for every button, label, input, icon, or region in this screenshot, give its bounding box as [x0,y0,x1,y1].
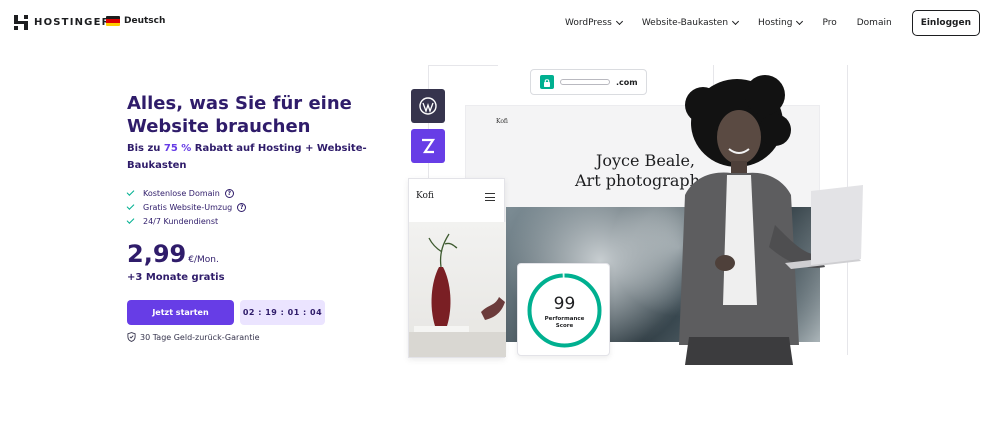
feature-label: Kostenlose Domain [143,188,220,198]
nav-item-label: Pro [822,18,837,28]
language-label: Deutsch [124,16,166,26]
performance-score: 99 [553,294,576,314]
german-flag-icon [106,16,120,26]
nav-item-label: Hosting [758,18,793,28]
mobile-brand: Kofi [416,191,434,201]
price: 2,99 €/Mon. [127,240,219,268]
hero-subline: Bis zu 75 % Rabatt auf Hosting + Website… [127,140,377,174]
top-navigation: HOSTINGER Deutsch WordPress Website-Bauk… [0,0,1000,46]
url-placeholder [560,79,610,85]
chevron-down-icon [732,17,740,26]
hero-headline: Alles, was Sie für eine Website brauchen [127,93,352,137]
nav-item-wordpress[interactable]: WordPress [564,17,623,28]
website-builder-icon [411,129,445,163]
feature-item: 24/7 Kundendienst [126,214,246,228]
help-icon[interactable]: ? [237,202,247,212]
money-back-guarantee: 30 Tage Geld-zurück-Garantie [127,332,260,342]
hostinger-logo-icon [14,15,28,30]
login-button[interactable]: Einloggen [911,10,980,36]
feature-item: Kostenlose Domain ? [126,186,246,200]
feature-label: 24/7 Kundendienst [143,216,219,226]
chevron-down-icon [615,17,623,26]
feature-label: Gratis Website-Umzug [143,202,233,212]
nav-item-pro[interactable]: Pro [822,18,836,28]
bonus-offer: +3 Monate gratis [127,272,225,283]
feature-item: Gratis Website-Umzug ? [126,200,247,214]
browser-url-bar: .com [530,69,647,95]
subline-prefix: Bis zu [127,143,164,154]
help-icon[interactable]: ? [224,188,234,198]
nav-item-label: Website-Baukasten [641,18,729,28]
nav-item-label: WordPress [564,18,612,28]
performance-score-card: 99 Performance Score [517,263,610,356]
grid-line [428,65,498,66]
guarantee-label: 30 Tage Geld-zurück-Garantie [140,332,260,342]
discount-highlight: 75 % [163,143,192,154]
hamburger-menu-icon [485,193,495,204]
performance-label: Performance Score [518,316,611,330]
lock-icon [540,75,554,89]
performance-label-line: Score [555,323,574,329]
nav-item-hosting[interactable]: Hosting [758,17,804,28]
language-selector[interactable]: Deutsch [106,16,165,26]
vase-photo [409,222,506,357]
countdown-timer: 02 : 19 : 01 : 04 [240,300,325,325]
checkmark-icon [126,188,135,196]
nav-item-label: Domain [856,18,892,28]
price-value: 2,99 [127,240,187,268]
brand-name: HOSTINGER [34,17,111,28]
checkmark-icon [126,216,135,224]
url-tld: .com [616,77,638,87]
brand-logo[interactable]: HOSTINGER [14,15,111,30]
shield-check-icon [127,332,136,342]
checkmark-icon [126,202,135,210]
nav-item-website-baukasten[interactable]: Website-Baukasten [641,17,740,28]
feature-list: Kostenlose Domain ? Gratis Website-Umzug… [126,186,247,228]
price-unit: €/Mon. [188,255,219,265]
start-now-button[interactable]: Jetzt starten [127,300,234,325]
main-menu: WordPress Website-Baukasten Hosting Pro … [565,10,980,36]
performance-label-line: Performance [544,316,585,322]
mobile-preview: Kofi [408,178,506,358]
hero-illustration: .com Kofi Joyce Beale, Art photograph Ko… [400,55,870,365]
nav-item-domain[interactable]: Domain [857,18,892,28]
wordpress-icon [411,89,445,123]
person-with-laptop-photo [665,75,870,365]
chevron-down-icon [796,17,804,26]
site-brand: Kofi [496,118,508,125]
